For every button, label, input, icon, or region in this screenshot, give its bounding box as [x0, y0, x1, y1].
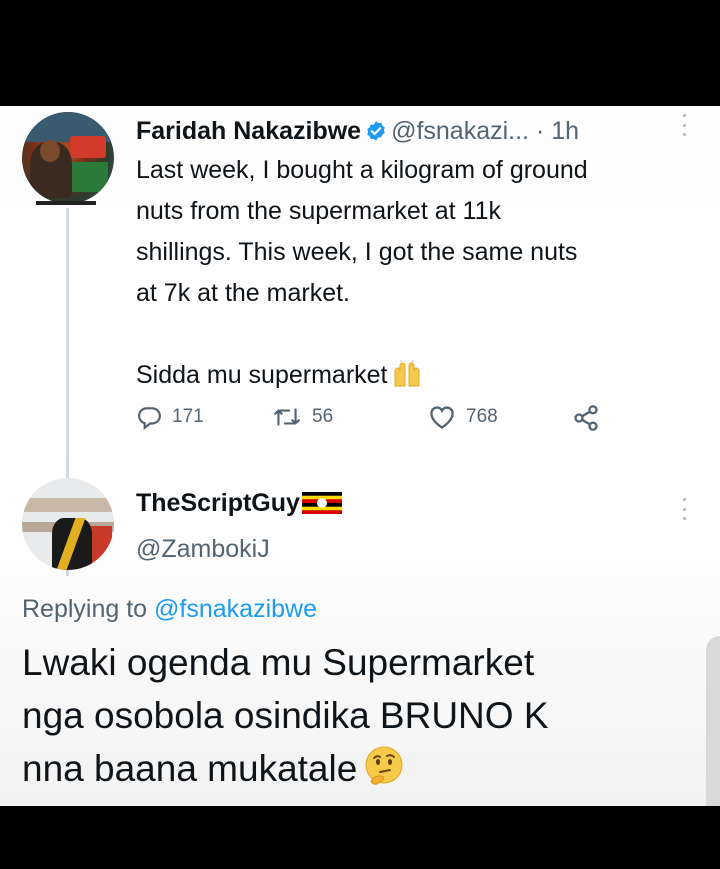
tweet2-line: nna baana mukatale — [22, 748, 358, 789]
tweet-thread-screenshot: Faridah Nakazibwe @fsnakazi... · 1h Last … — [0, 106, 720, 806]
raising-hands-emoji — [394, 360, 420, 387]
tweet2-line: Lwaki ogenda mu Supermarket — [22, 642, 535, 683]
heart-icon — [430, 406, 454, 429]
tweet2-line: nga osobola osindika BRUNO K — [22, 695, 549, 736]
share-button[interactable] — [572, 404, 610, 432]
reply-icon — [138, 407, 161, 430]
reply-button[interactable]: 171 — [136, 404, 204, 430]
thinking-face-emoji — [365, 746, 403, 785]
tweet1-line: nuts from the supermarket at 11k — [136, 197, 501, 225]
replying-to-line: Replying to @fsnakazibwe — [22, 592, 317, 626]
tweet2-handle[interactable]: @ZambokiJ — [136, 532, 270, 566]
verified-badge-icon — [367, 121, 385, 141]
uganda-flag-emoji — [301, 492, 342, 514]
bottom-black-bar — [0, 806, 720, 869]
tweet1-line: at 7k at the market. — [136, 279, 350, 307]
tweet1-body: Last week, I bought a kilogram of ground… — [136, 150, 706, 396]
tweet2-display-name-row[interactable]: TheScriptGuy — [136, 486, 342, 520]
tweet1-closing-line: Sidda mu supermarket — [136, 355, 706, 396]
retweet-icon — [274, 408, 300, 426]
reply-count: 171 — [172, 406, 204, 427]
more-vertical-icon[interactable] — [681, 114, 687, 136]
like-count: 768 — [466, 406, 498, 427]
tweet1-line: shillings. This week, I got the same nut… — [136, 238, 578, 266]
more-vertical-icon[interactable] — [681, 498, 687, 520]
tweet1-display-name[interactable]: Faridah Nakazibwe — [136, 117, 361, 145]
tweet1-closing-text: Sidda mu supermarket — [136, 361, 388, 389]
tweet2-last-line: nna baana mukatale — [22, 742, 702, 795]
tweet2-body: Lwaki ogenda mu Supermarket nga osobola … — [22, 636, 702, 795]
scroll-handle[interactable] — [706, 636, 720, 806]
tweet1-header: Faridah Nakazibwe @fsnakazi... · 1h — [136, 114, 579, 148]
avatar-thescriptguy[interactable] — [22, 478, 114, 570]
tweet1-timestamp[interactable]: 1h — [551, 117, 579, 145]
top-black-bar — [0, 0, 720, 106]
tweet1-separator: · — [535, 117, 545, 145]
tweet2-display-name: TheScriptGuy — [136, 489, 300, 517]
avatar-faridah[interactable] — [22, 112, 114, 204]
replying-prefix: Replying to — [22, 595, 148, 623]
like-button[interactable]: 768 — [428, 404, 498, 430]
replying-mention-link[interactable]: @fsnakazibwe — [154, 595, 317, 623]
tweet1-action-bar: 171 56 768 — [136, 404, 616, 436]
avatar-caption-strip — [36, 201, 96, 205]
share-icon — [574, 405, 598, 431]
retweet-button[interactable]: 56 — [272, 404, 333, 430]
tweet1-line: Last week, I bought a kilogram of ground — [136, 156, 588, 184]
retweet-count: 56 — [312, 406, 334, 427]
tweet1-handle[interactable]: @fsnakazi... — [391, 117, 529, 145]
